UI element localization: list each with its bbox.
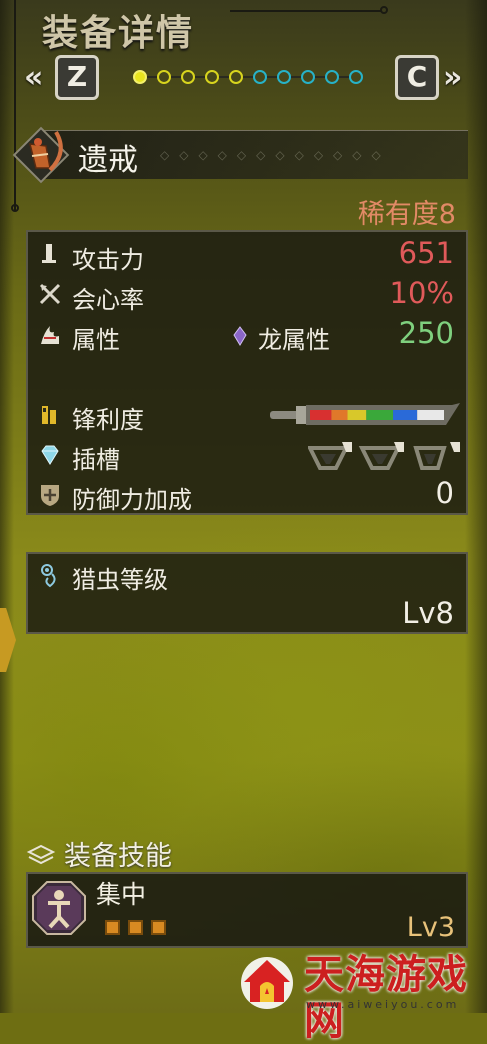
page-title: 装备详情	[42, 13, 195, 54]
sharpness-gauge	[270, 403, 460, 425]
page-dot[interactable]	[157, 70, 171, 84]
watermark-logo-icon	[241, 957, 293, 1009]
kinsect-label: 猎虫等级	[72, 566, 168, 594]
slots-row: 插槽	[28, 436, 466, 474]
dragon-crystal-icon	[233, 326, 247, 346]
page-dot[interactable]	[253, 70, 267, 84]
frame-top-line	[230, 10, 382, 12]
skill-level-pip	[151, 920, 166, 935]
stats-panel: 攻击力 651 会心率 10% 属性 龙属性 250 锋利度 插槽 防御力加成 …	[26, 230, 468, 515]
skills-heading: 装备技能	[64, 841, 172, 872]
attack-value: 651	[398, 236, 454, 270]
sharpness-row: 锋利度	[28, 396, 466, 434]
attack-row: 攻击力 651	[28, 236, 466, 274]
sharpness-segment	[347, 410, 367, 420]
sharpness-segment	[310, 410, 332, 420]
page-dot[interactable]	[229, 70, 243, 84]
rarity-label: 稀有度8	[357, 199, 456, 230]
watermark-url: www.aiweiyou.com	[306, 998, 460, 1011]
page-dot[interactable]	[325, 70, 339, 84]
defense-label: 防御力加成	[72, 486, 192, 514]
attack-label: 攻击力	[72, 246, 144, 274]
skill-level-pip	[128, 920, 143, 935]
element-label: 属性	[72, 326, 120, 354]
focus-skill-icon	[32, 881, 86, 935]
defense-value: 0	[435, 476, 454, 510]
slots-label: 插槽	[72, 446, 120, 474]
sharpness-segment	[331, 410, 348, 420]
insect-glaive-icon	[12, 126, 70, 184]
weapon-name: 遗戒	[78, 143, 138, 178]
skills-icon	[26, 844, 56, 865]
skill-item[interactable]	[26, 872, 468, 948]
page-dot[interactable]	[277, 70, 291, 84]
page-dot[interactable]	[205, 70, 219, 84]
sharpness-label: 锋利度	[72, 406, 144, 434]
gem-icon	[41, 445, 59, 465]
skill-level-pip	[105, 920, 120, 935]
right-shade	[465, 0, 487, 1013]
kinsect-level: Lv8	[402, 596, 454, 630]
page-dot[interactable]	[181, 70, 195, 84]
page-dot-active[interactable]	[133, 70, 147, 84]
prev-key-button[interactable]: Z	[55, 55, 99, 100]
decoration-slots	[308, 442, 460, 470]
decoration-slot-icon[interactable]	[413, 442, 460, 470]
element-row: 属性 龙属性 250	[28, 316, 466, 354]
frame-left-dot	[11, 204, 19, 212]
next-key-button[interactable]: C	[395, 55, 439, 100]
skill-level: Lv3	[406, 912, 455, 943]
element-value: 250	[398, 316, 454, 350]
skill-name: 集中	[96, 880, 147, 909]
affinity-label: 会心率	[72, 286, 144, 314]
kinsect-row: 猎虫等级	[28, 556, 466, 594]
affinity-value: 10%	[389, 276, 454, 310]
next-page-arrow[interactable]: »	[443, 60, 462, 95]
decoration-slot-icon[interactable]	[308, 442, 352, 470]
sword-icon	[42, 244, 56, 263]
decoration-slot-icon[interactable]	[358, 442, 404, 470]
shield-icon	[41, 485, 59, 506]
sharpness-segment	[393, 410, 418, 420]
kinsect-panel: 猎虫等级 Lv8	[26, 552, 468, 634]
prev-page-arrow[interactable]: «	[24, 60, 43, 95]
page-dot[interactable]	[349, 70, 363, 84]
frame-top-dot	[380, 6, 388, 14]
sharpness-segment	[366, 410, 394, 420]
sharpness-segment	[417, 410, 444, 420]
page-indicator	[131, 68, 363, 88]
crossed-swords-icon	[39, 283, 61, 305]
name-bar-ornament: ◇◇◇◇◇◇◇◇◇◇◇◇	[160, 148, 391, 162]
element-icon	[41, 326, 59, 344]
kinsect-icon	[41, 564, 56, 588]
defense-row: 防御力加成 0	[28, 476, 466, 514]
sharpness-icon	[42, 406, 56, 424]
site-watermark: 天海游戏网 www.aiweiyou.com	[236, 952, 486, 1044]
page-dot[interactable]	[301, 70, 315, 84]
affinity-row: 会心率 10%	[28, 276, 466, 314]
element-type: 龙属性	[258, 326, 330, 354]
